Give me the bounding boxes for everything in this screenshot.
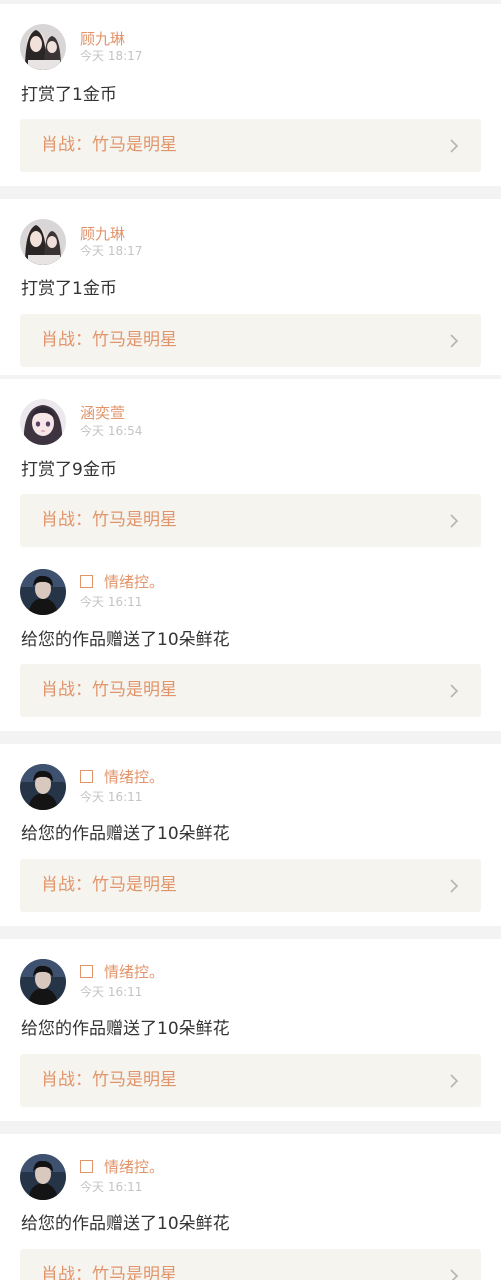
- avatar-girls-image: [20, 24, 66, 70]
- username-text: 涵奕萱: [80, 404, 126, 422]
- square-icon: [80, 770, 93, 783]
- avatar[interactable]: [20, 959, 66, 1005]
- notification-card: 涵奕萱 今天 16:54 打赏了9金币 肖战：竹马是明星 情绪控。 今天 16:…: [0, 379, 501, 731]
- work-title: 肖战：竹马是明星: [41, 875, 177, 895]
- notification-feed: 顾九琳 今天 18:17 打赏了1金币 肖战：竹马是明星 顾九琳 今天 18:1…: [0, 0, 501, 1280]
- chevron-right-icon: [450, 514, 459, 528]
- notification-card: 顾九琳 今天 18:17 打赏了1金币 肖战：竹马是明星: [0, 199, 501, 375]
- work-title: 肖战：竹马是明星: [41, 330, 177, 350]
- timestamp: 今天 16:11: [80, 790, 143, 804]
- username[interactable]: 情绪控。: [80, 573, 164, 591]
- username[interactable]: 顾九琳: [80, 30, 125, 48]
- work-link[interactable]: 肖战：竹马是明星: [20, 494, 481, 547]
- username[interactable]: 情绪控。: [80, 963, 164, 981]
- avatar[interactable]: [20, 1154, 66, 1200]
- notification-card: 情绪控。 今天 16:11 给您的作品赠送了10朵鲜花 肖战：竹马是明星: [0, 744, 501, 926]
- square-icon: [80, 965, 93, 978]
- notification-card: 顾九琳 今天 18:17 打赏了1金币 肖战：竹马是明星: [0, 4, 501, 186]
- work-link[interactable]: 肖战：竹马是明星: [20, 1249, 481, 1280]
- username-text: 情绪控。: [104, 1158, 165, 1176]
- notification-message: 给您的作品赠送了10朵鲜花: [21, 1214, 230, 1234]
- avatar[interactable]: [20, 219, 66, 265]
- work-link[interactable]: 肖战：竹马是明星: [20, 119, 481, 172]
- notification-message: 打赏了1金币: [21, 85, 117, 105]
- avatar-boy-image: [20, 1154, 66, 1200]
- timestamp: 今天 16:11: [80, 595, 143, 609]
- timestamp: 今天 16:11: [80, 985, 143, 999]
- username[interactable]: 顾九琳: [80, 225, 125, 243]
- username[interactable]: 涵奕萱: [80, 404, 125, 422]
- avatar-girls-image: [20, 219, 66, 265]
- timestamp: 今天 18:17: [80, 244, 143, 258]
- chevron-right-icon: [450, 1074, 459, 1088]
- chevron-right-icon: [450, 684, 459, 698]
- work-link[interactable]: 肖战：竹马是明星: [20, 1054, 481, 1107]
- username-text: 情绪控。: [104, 573, 165, 591]
- avatar[interactable]: [20, 764, 66, 810]
- work-link[interactable]: 肖战：竹马是明星: [20, 664, 481, 717]
- work-title: 肖战：竹马是明星: [41, 680, 177, 700]
- username-text: 情绪控。: [104, 963, 165, 981]
- avatar-boy-image: [20, 569, 66, 615]
- notification-message: 给您的作品赠送了10朵鲜花: [21, 824, 230, 844]
- square-icon: [80, 575, 93, 588]
- avatar[interactable]: [20, 569, 66, 615]
- notification-message: 给您的作品赠送了10朵鲜花: [21, 630, 230, 650]
- notification-message: 打赏了1金币: [21, 279, 117, 299]
- username[interactable]: 情绪控。: [80, 1158, 164, 1176]
- timestamp: 今天 18:17: [80, 49, 143, 63]
- square-icon: [80, 1160, 93, 1173]
- chevron-right-icon: [450, 879, 459, 893]
- avatar[interactable]: [20, 24, 66, 70]
- avatar-anime-girl-image: [20, 399, 66, 445]
- notification-card: 情绪控。 今天 16:11 给您的作品赠送了10朵鲜花 肖战：竹马是明星: [0, 939, 501, 1121]
- username[interactable]: 情绪控。: [80, 768, 164, 786]
- username-text: 情绪控。: [104, 768, 165, 786]
- chevron-right-icon: [450, 334, 459, 348]
- username-text: 顾九琳: [80, 30, 126, 48]
- work-link[interactable]: 肖战：竹马是明星: [20, 859, 481, 912]
- username-text: 顾九琳: [80, 225, 126, 243]
- work-title: 肖战：竹马是明星: [41, 135, 177, 155]
- work-link[interactable]: 肖战：竹马是明星: [20, 314, 481, 367]
- work-title: 肖战：竹马是明星: [41, 510, 177, 530]
- chevron-right-icon: [450, 1269, 459, 1280]
- notification-card: 情绪控。 今天 16:11 给您的作品赠送了10朵鲜花 肖战：竹马是明星: [0, 1134, 501, 1280]
- timestamp: 今天 16:54: [80, 424, 143, 438]
- work-title: 肖战：竹马是明星: [41, 1070, 177, 1090]
- notification-message: 给您的作品赠送了10朵鲜花: [21, 1019, 230, 1039]
- notification-message: 打赏了9金币: [21, 460, 117, 480]
- timestamp: 今天 16:11: [80, 1180, 143, 1194]
- avatar[interactable]: [20, 399, 66, 445]
- work-title: 肖战：竹马是明星: [41, 1265, 177, 1280]
- chevron-right-icon: [450, 139, 459, 153]
- avatar-boy-image: [20, 959, 66, 1005]
- avatar-boy-image: [20, 764, 66, 810]
